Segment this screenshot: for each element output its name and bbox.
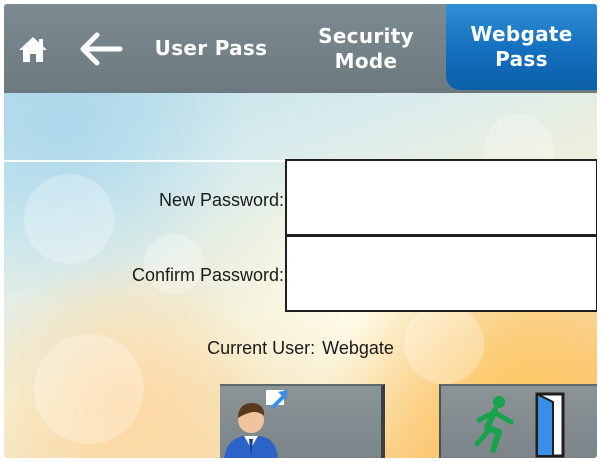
top-nav-bar: User Pass Security Mode Webgate Pass [4, 4, 597, 93]
new-password-field[interactable] [285, 159, 597, 236]
current-user-label: Current User: [207, 338, 316, 358]
back-button[interactable] [70, 4, 132, 93]
home-icon [19, 36, 47, 62]
tab-security-mode[interactable]: Security Mode [298, 4, 434, 93]
user-switch-icon [224, 390, 288, 458]
tab-webgate-pass[interactable]: Webgate Pass [446, 4, 597, 90]
confirm-password-label: Confirm Password: [131, 265, 284, 285]
current-user-status: Current User: Webgate [4, 338, 597, 359]
current-user-value: Webgate [322, 338, 394, 358]
tab-user-pass[interactable]: User Pass [136, 4, 286, 93]
screen: User Pass Security Mode Webgate Pass New… [4, 4, 597, 458]
switch-user-button[interactable] [220, 384, 385, 458]
exit-button[interactable] [439, 384, 597, 458]
home-button[interactable] [4, 4, 62, 93]
new-password-label: New Password: [158, 190, 284, 210]
confirm-password-field[interactable] [285, 235, 597, 312]
exit-door-icon [474, 392, 565, 458]
back-arrow-icon [80, 32, 123, 65]
